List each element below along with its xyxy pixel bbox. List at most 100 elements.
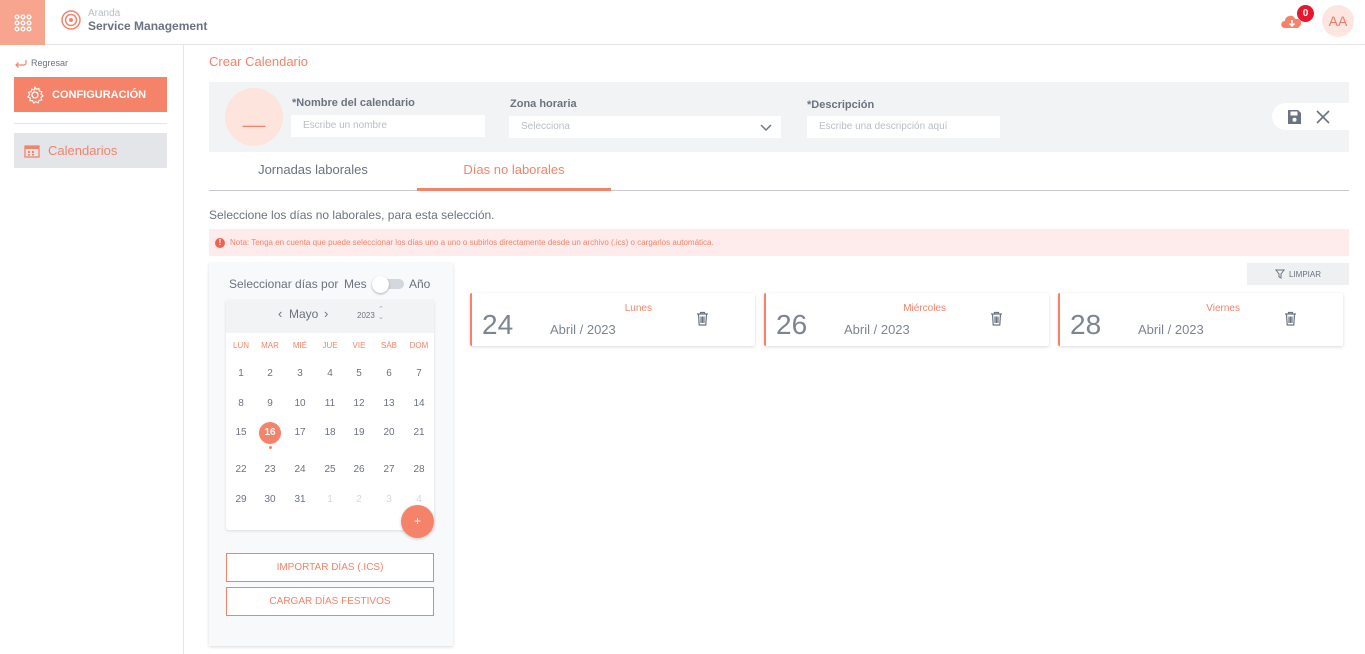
- weekday-header: LUN: [232, 341, 249, 350]
- user-avatar[interactable]: AA: [1322, 5, 1354, 37]
- instructions-text: Seleccione los días no laborales, para e…: [209, 208, 495, 222]
- notification-badge[interactable]: 0: [1297, 5, 1314, 22]
- gear-icon: [27, 85, 44, 104]
- tabs: Jornadas laborales Días no laborales: [209, 152, 1349, 191]
- day-cell[interactable]: 31: [287, 489, 313, 511]
- selected-day-number: 24: [482, 309, 514, 340]
- weekday-header: MAR: [261, 341, 279, 350]
- sidebar-item-calendars[interactable]: Calendarios: [14, 133, 167, 168]
- day-cell[interactable]: 22: [228, 459, 254, 481]
- tab-working-days[interactable]: Jornadas laborales: [209, 152, 417, 191]
- day-cell[interactable]: 17: [287, 422, 313, 444]
- day-cell[interactable]: 14: [406, 393, 432, 415]
- add-day-button[interactable]: +: [401, 505, 434, 538]
- day-cell-today[interactable]: 16: [259, 422, 281, 444]
- day-cell[interactable]: 23: [257, 459, 283, 481]
- name-field-label: *Nombre del calendario: [292, 97, 415, 109]
- configuration-button[interactable]: CONFIGURACIÓN: [14, 77, 167, 112]
- close-icon[interactable]: [1316, 109, 1330, 124]
- chevron-right-icon[interactable]: ›: [324, 306, 328, 321]
- day-cell[interactable]: 19: [346, 422, 372, 444]
- day-cell[interactable]: 7: [406, 363, 432, 385]
- trash-icon[interactable]: [990, 311, 1003, 331]
- day-cell[interactable]: 24: [287, 459, 313, 481]
- day-cell[interactable]: 26: [346, 459, 372, 481]
- day-cell[interactable]: 1: [317, 489, 343, 511]
- day-cell[interactable]: 27: [376, 459, 402, 481]
- filter-clear-icon: [1274, 269, 1285, 279]
- save-icon[interactable]: [1286, 109, 1302, 125]
- tab-non-working-days[interactable]: Días no laborales: [417, 152, 611, 191]
- timezone-field-label: Zona horaria: [510, 98, 577, 110]
- day-cell[interactable]: 3: [287, 363, 313, 385]
- alert-icon: !: [215, 237, 225, 248]
- day-cell[interactable]: 21: [406, 422, 432, 444]
- weekday-header: VIE: [352, 341, 366, 350]
- name-field[interactable]: Escribe un nombre: [291, 115, 485, 137]
- day-cell[interactable]: 2: [257, 363, 283, 385]
- trash-icon[interactable]: [696, 311, 709, 331]
- chevron-left-icon[interactable]: ‹: [278, 306, 282, 321]
- brand-logo: Aranda Service Management: [60, 8, 207, 32]
- clear-button-label: LIMPIAR: [1288, 269, 1321, 279]
- back-link[interactable]: Regresar: [14, 58, 68, 68]
- calendar-avatar-placeholder: __: [225, 88, 283, 146]
- year-option-label: Año: [409, 277, 431, 291]
- day-cell[interactable]: 30: [257, 489, 283, 511]
- day-cell[interactable]: 2: [346, 489, 372, 511]
- selected-day-weekday: Viernes: [1206, 303, 1240, 314]
- selected-day-month-year: Abril / 2023: [844, 322, 910, 337]
- selected-day-month-year: Abril / 2023: [1138, 322, 1204, 337]
- clear-button[interactable]: LIMPIAR: [1247, 263, 1349, 285]
- day-cell[interactable]: 12: [346, 393, 372, 415]
- weekday-header: SÁB: [380, 341, 397, 350]
- day-cell[interactable]: 6: [376, 363, 402, 385]
- description-field-label: *Descripción: [807, 99, 875, 111]
- trash-icon[interactable]: [1284, 311, 1297, 331]
- today-marker-dot: [268, 446, 272, 449]
- month-year-toggle[interactable]: [372, 276, 404, 293]
- day-cell[interactable]: 15: [228, 422, 254, 444]
- day-cell[interactable]: 18: [317, 422, 343, 444]
- day-cell[interactable]: 25: [317, 459, 343, 481]
- day-cell[interactable]: 1: [228, 363, 254, 385]
- form-actions: [1272, 103, 1362, 130]
- day-cell[interactable]: 3: [376, 489, 402, 511]
- description-field[interactable]: Escribe una descripción aquí: [807, 116, 1000, 138]
- weekday-header: DOM: [409, 341, 429, 350]
- aranda-logo-icon: [61, 10, 81, 30]
- back-arrow-icon: [15, 59, 27, 68]
- day-cell[interactable]: 8: [228, 393, 254, 415]
- year-value[interactable]: 2023: [357, 311, 375, 320]
- import-ics-button[interactable]: IMPORTAR DÍAS (.ICS): [226, 553, 434, 582]
- timezone-select[interactable]: Selecciona: [509, 116, 781, 138]
- sidebar-divider: [14, 123, 167, 124]
- day-cell[interactable]: 11: [317, 393, 343, 415]
- selected-day-card: Miércoles 26 Abril / 2023: [764, 293, 1049, 346]
- weekday-header: JUE: [322, 341, 338, 350]
- day-cell[interactable]: 28: [406, 459, 432, 481]
- select-by-label: Seleccionar días por: [229, 277, 339, 291]
- day-cell[interactable]: 10: [287, 393, 313, 415]
- selected-day-card: Viernes 28 Abril / 2023: [1058, 293, 1343, 346]
- selected-day-number: 26: [776, 309, 808, 340]
- info-note: ! Nota: Tenga en cuenta que puede selecc…: [209, 229, 1349, 256]
- weekday-header: MIÉ: [292, 341, 308, 350]
- configuration-label: CONFIGURACIÓN: [52, 88, 147, 101]
- toggle-knob: [372, 276, 389, 293]
- day-cell[interactable]: 29: [228, 489, 254, 511]
- selected-day-weekday: Lunes: [624, 303, 652, 314]
- day-cell[interactable]: 9: [257, 393, 283, 415]
- day-cell[interactable]: 5: [346, 363, 372, 385]
- day-cell[interactable]: 20: [376, 422, 402, 444]
- selected-day-month-year: Abril / 2023: [550, 322, 616, 337]
- load-holidays-button[interactable]: CARGAR DÍAS FESTIVOS: [226, 587, 434, 616]
- day-cell[interactable]: 13: [376, 393, 402, 415]
- calendar-header: ‹ Mayo › 2023 ⌃ ⌄: [226, 300, 434, 333]
- sidebar: Regresar CONFIGURACIÓN Calendarios: [0, 45, 184, 654]
- day-cell[interactable]: 4: [317, 363, 343, 385]
- year-spinner-icon[interactable]: ⌃ ⌄: [378, 306, 384, 322]
- selected-day-card: Lunes 24 Abril / 2023: [470, 293, 755, 346]
- selected-day-weekday: Miércoles: [903, 303, 946, 314]
- apps-grid-icon[interactable]: [0, 0, 45, 45]
